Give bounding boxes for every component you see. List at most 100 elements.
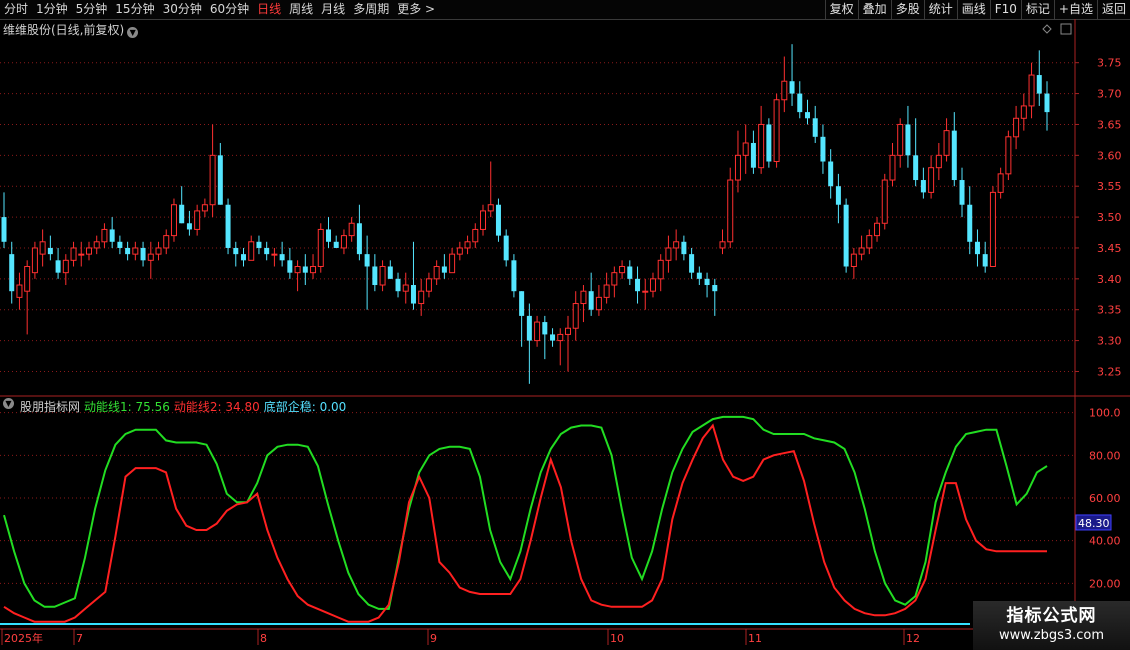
candle-down	[974, 241, 980, 255]
candle-up	[310, 265, 317, 274]
candle-down	[287, 260, 293, 273]
candle-up	[248, 241, 255, 261]
candle-down	[241, 254, 247, 261]
candle-up	[147, 253, 154, 261]
x-tick-label: 10	[610, 632, 624, 645]
candle-down	[279, 254, 285, 261]
indicator-tick-label: 60.00	[1089, 492, 1121, 505]
candle-up	[449, 253, 456, 274]
candle-up	[611, 272, 618, 286]
candle-down	[820, 136, 826, 162]
candle-up	[665, 247, 672, 261]
price-tick-label: 3.70	[1097, 88, 1122, 101]
candle-down	[588, 291, 594, 310]
candle-down	[372, 266, 378, 286]
candle-up	[93, 241, 100, 249]
candle-down	[503, 235, 509, 261]
candle-up	[24, 265, 31, 292]
candle-up	[1020, 105, 1027, 119]
candle-down	[395, 278, 401, 292]
candle-up	[1028, 74, 1035, 107]
watermark: 指标公式网 www.zbgs3.com	[973, 601, 1130, 650]
candle-down	[511, 260, 517, 292]
diamond-icon	[1042, 24, 1052, 34]
candle-up	[534, 321, 541, 342]
candle-up	[194, 210, 201, 230]
stock-chart[interactable]: 3.75 3.70 3.65 3.60 3.55 3.50 3.45 3.40 3.35 3.30…	[0, 0, 1130, 650]
candle-up	[271, 253, 278, 256]
candle-down	[951, 130, 957, 181]
candle-down	[125, 247, 131, 255]
candle-up	[874, 222, 881, 237]
candle-down	[789, 81, 795, 94]
candle-down	[225, 204, 231, 248]
candle-down	[542, 322, 548, 335]
watermark-url: www.zbgs3.com	[998, 628, 1105, 643]
candle-up	[201, 204, 208, 212]
indicator-tick-label: 80.00	[1089, 449, 1121, 462]
candle-down	[179, 204, 185, 224]
candle-up	[472, 228, 479, 243]
candle-down	[704, 278, 710, 286]
candle-down	[256, 241, 262, 248]
candle-down	[712, 285, 718, 292]
candle-down	[140, 247, 146, 261]
price-tick-label: 3.60	[1097, 149, 1122, 162]
candle-up	[781, 80, 788, 101]
candle-down	[812, 118, 818, 137]
indicator-tick-label: 100.0	[1089, 407, 1121, 420]
candle-down	[913, 155, 919, 181]
candle-down	[828, 161, 834, 187]
candle-down	[387, 266, 393, 279]
window-icon	[1060, 23, 1072, 35]
candle-up	[619, 265, 626, 274]
candle-up	[850, 253, 857, 267]
candle-down	[495, 204, 501, 236]
price-tick-label: 3.75	[1097, 57, 1122, 70]
price-tick-label: 3.45	[1097, 242, 1122, 255]
candle-down	[441, 266, 447, 273]
candle-up	[16, 284, 23, 298]
candle-up	[402, 284, 409, 292]
candle-down	[1044, 93, 1050, 113]
candle-up	[603, 284, 610, 298]
candle-up	[70, 247, 77, 261]
cursor-value-label: 48.30	[1078, 517, 1110, 530]
candle-up	[456, 247, 463, 255]
indicator-tick-label: 20.00	[1089, 577, 1121, 590]
candle-up	[935, 154, 942, 169]
candle-up	[155, 247, 162, 255]
candle-up	[425, 278, 432, 292]
candle-up	[39, 241, 46, 255]
candle-up	[464, 241, 471, 249]
candle-up	[557, 333, 564, 342]
candle-down	[117, 241, 123, 248]
candle-up	[642, 290, 649, 293]
candle-up	[897, 123, 904, 156]
candle-down	[302, 266, 308, 273]
candle-down	[920, 180, 926, 193]
x-tick-label: 8	[260, 632, 267, 645]
candle-down	[797, 93, 803, 113]
candle-up	[858, 247, 865, 255]
candle-up	[348, 222, 355, 237]
candle-up	[101, 228, 108, 243]
candle-down	[217, 155, 223, 205]
candle-down	[526, 315, 532, 341]
candle-up	[31, 247, 38, 274]
x-tick-label: 12	[906, 632, 920, 645]
candle-down	[843, 204, 849, 267]
candle-up	[294, 265, 301, 274]
candle-up	[734, 154, 741, 181]
price-tick-label: 3.40	[1097, 273, 1122, 286]
candle-up	[580, 290, 587, 305]
candle-down	[333, 241, 339, 248]
candle-up	[163, 235, 170, 249]
candle-down	[627, 266, 633, 279]
candle-down	[1, 217, 7, 242]
candle-up	[889, 154, 896, 181]
x-tick-label: 11	[748, 632, 762, 645]
candle-up	[673, 241, 680, 249]
candle-down	[550, 334, 556, 341]
candle-up	[928, 167, 935, 193]
